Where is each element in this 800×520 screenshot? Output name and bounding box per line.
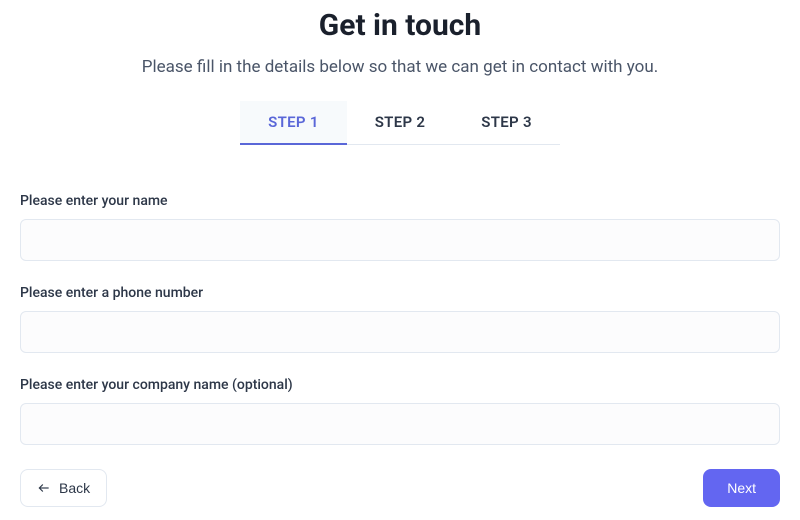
step-tabs: STEP 1 STEP 2 STEP 3	[20, 101, 780, 145]
next-button[interactable]: Next	[703, 469, 780, 507]
phone-input[interactable]	[20, 311, 780, 353]
field-group-phone: Please enter a phone number	[20, 285, 780, 353]
name-label: Please enter your name	[20, 193, 780, 209]
tab-step-1[interactable]: STEP 1	[240, 101, 347, 145]
back-button-label: Back	[59, 480, 90, 496]
field-group-company: Please enter your company name (optional…	[20, 377, 780, 445]
next-button-label: Next	[727, 480, 756, 496]
company-label: Please enter your company name (optional…	[20, 377, 780, 393]
tab-step-2[interactable]: STEP 2	[347, 101, 454, 145]
page-subtitle: Please fill in the details below so that…	[20, 57, 780, 77]
company-input[interactable]	[20, 403, 780, 445]
arrow-left-icon	[37, 481, 51, 495]
tab-step-3[interactable]: STEP 3	[453, 101, 560, 145]
phone-label: Please enter a phone number	[20, 285, 780, 301]
name-input[interactable]	[20, 219, 780, 261]
back-button[interactable]: Back	[20, 469, 107, 507]
form-header: Get in touch Please fill in the details …	[20, 8, 780, 77]
page-title: Get in touch	[20, 8, 780, 43]
button-row: Back Next	[20, 469, 780, 507]
field-group-name: Please enter your name	[20, 193, 780, 261]
